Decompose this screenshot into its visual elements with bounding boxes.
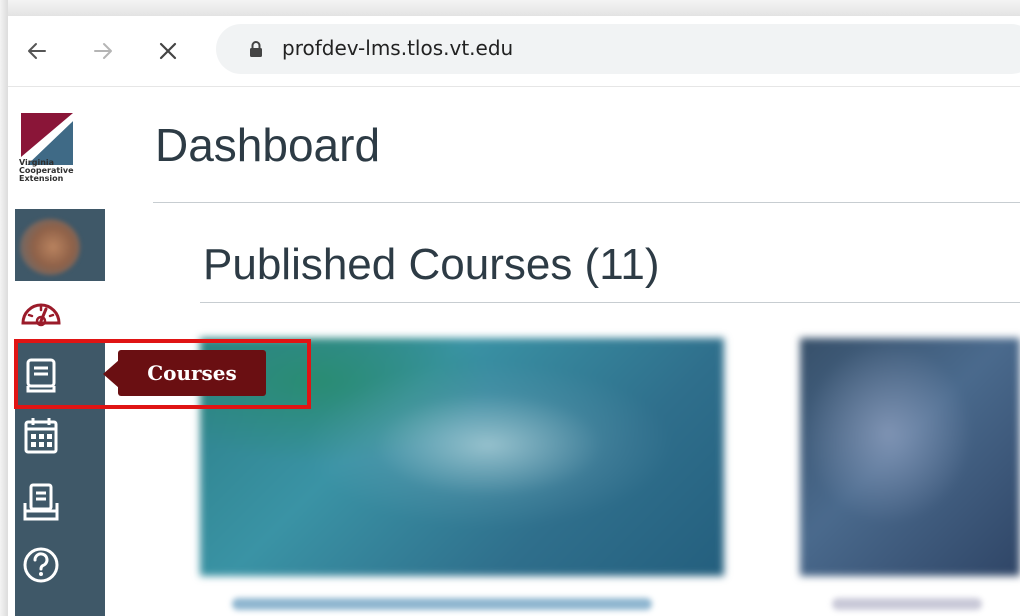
forward-button[interactable] bbox=[90, 38, 116, 64]
title-divider bbox=[153, 202, 1020, 203]
section-title: Published Courses (11) bbox=[203, 240, 660, 289]
logo[interactable]: Virginia Cooperative Extension bbox=[15, 87, 105, 209]
logo-text: Virginia Cooperative Extension bbox=[19, 158, 74, 183]
arrow-left-icon bbox=[28, 43, 46, 59]
screenshot-frame-left bbox=[0, 0, 8, 616]
stop-button[interactable] bbox=[155, 38, 181, 64]
url-text: profdev-lms.tlos.vt.edu bbox=[282, 36, 514, 60]
account-avatar[interactable] bbox=[20, 219, 80, 275]
page-title: Dashboard bbox=[155, 119, 381, 171]
course-card-title[interactable] bbox=[832, 598, 982, 610]
inbox-icon bbox=[23, 483, 59, 521]
screenshot-frame-top bbox=[0, 0, 1020, 16]
calendar-icon bbox=[24, 418, 58, 454]
nav-menu bbox=[15, 209, 105, 616]
address-bar[interactable]: profdev-lms.tlos.vt.edu bbox=[216, 24, 1020, 74]
close-icon bbox=[159, 42, 177, 60]
section-divider bbox=[200, 302, 1020, 303]
lock-icon bbox=[250, 41, 262, 57]
help-icon bbox=[23, 547, 59, 583]
highlight-annotation bbox=[14, 339, 311, 409]
browser-toolbar: profdev-lms.tlos.vt.edu bbox=[8, 16, 1020, 87]
nav-item-inbox[interactable] bbox=[15, 471, 105, 533]
dashboard-icon bbox=[21, 303, 61, 327]
arrow-right-icon bbox=[94, 43, 112, 59]
back-button[interactable] bbox=[24, 38, 50, 64]
nav-item-help[interactable] bbox=[15, 533, 105, 595]
course-card-image[interactable] bbox=[800, 338, 1020, 576]
nav-item-dashboard[interactable] bbox=[15, 281, 105, 343]
nav-item-calendar[interactable] bbox=[15, 404, 105, 466]
course-card-title[interactable] bbox=[232, 598, 652, 610]
